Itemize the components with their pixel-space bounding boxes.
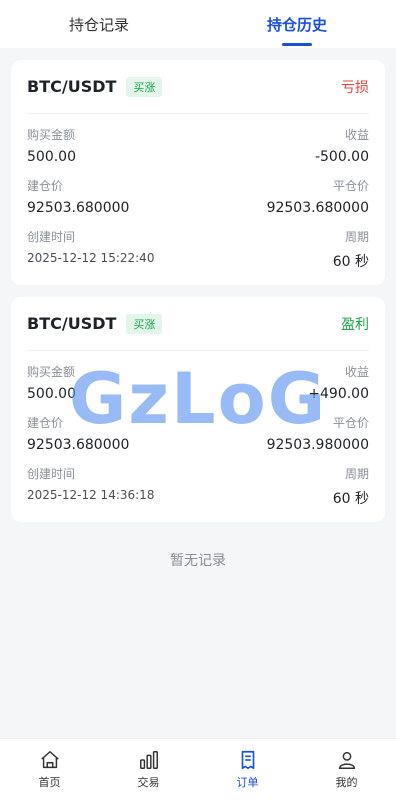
order-row: 建仓价 92503.680000 平仓价 92503.680000 [27,177,369,216]
profit-value: +490.00 [308,386,369,402]
profit-block: 收益 -500.00 [315,126,369,165]
direction-badge: 买涨 [126,76,163,97]
close-price-block: 平仓价 92503.680000 [267,177,369,216]
order-row: 建仓价 92503.680000 平仓价 92503.980000 [27,414,369,453]
time-label: 创建时间 [27,230,76,244]
nav-trade-label: 交易 [137,776,160,789]
nav-orders[interactable]: 订单 [198,739,297,800]
tab-position-history[interactable]: 持仓历史 [198,0,396,48]
profit-label: 收益 [344,365,369,379]
nav-orders-label: 订单 [236,776,259,789]
direction-badge: 买涨 [126,313,163,334]
period-label: 周期 [344,230,369,244]
trading-pair: BTC/USDT [27,77,117,96]
active-tab-indicator [282,43,312,46]
amount-block: 购买金额 500.00 [27,363,76,402]
order-row: 购买金额 500.00 收益 +490.00 [27,363,369,402]
close-price-label: 平仓价 [332,416,369,430]
trading-pair: BTC/USDT [27,314,117,333]
order-card-header: BTC/USDT 买涨 亏损 [27,60,369,114]
tab-position-records[interactable]: 持仓记录 [0,0,198,48]
chart-bars-icon [139,751,158,769]
profit-block: 收益 +490.00 [308,363,369,402]
tab-position-history-label: 持仓历史 [266,15,327,34]
time-value: 2025-12-12 14:36:18 [27,488,155,502]
order-row: 购买金额 500.00 收益 -500.00 [27,126,369,165]
order-row: 创建时间 2025-12-12 14:36:18 周期 60 秒 [27,465,369,508]
bottom-nav: 首页 交易 订单 我的 [0,738,396,800]
close-price-block: 平仓价 92503.980000 [267,414,369,453]
time-block: 创建时间 2025-12-12 15:22:40 [27,228,154,271]
close-price-label: 平仓价 [332,179,369,193]
tab-position-records-label: 持仓记录 [68,15,129,34]
top-tabs: 持仓记录 持仓历史 [0,0,396,48]
result-status: 盈利 [341,316,369,333]
order-card[interactable]: BTC/USDT 买涨 盈利 购买金额 500.00 收益 +490.00 建仓… [11,297,385,522]
open-price-label: 建仓价 [27,179,64,193]
order-doc-icon [241,750,254,770]
amount-block: 购买金额 500.00 [27,126,76,165]
open-price-label: 建仓价 [27,416,64,430]
order-card-header: BTC/USDT 买涨 盈利 [27,297,369,351]
amount-value: 500.00 [27,149,76,165]
user-icon [338,751,355,769]
period-label: 周期 [344,467,369,481]
amount-value: 500.00 [27,386,76,402]
time-block: 创建时间 2025-12-12 14:36:18 [27,465,154,508]
period-block: 周期 60 秒 [333,228,369,271]
open-price-block: 建仓价 92503.680000 [27,414,129,453]
amount-label: 购买金额 [27,365,76,379]
close-price-value: 92503.680000 [266,200,369,216]
open-price-value: 92503.680000 [27,437,130,453]
open-price-block: 建仓价 92503.680000 [27,177,129,216]
order-row: 创建时间 2025-12-12 15:22:40 周期 60 秒 [27,228,369,271]
home-icon [40,751,59,769]
nav-home-label: 首页 [38,776,61,789]
close-price-value: 92503.980000 [266,437,369,453]
empty-state-text: 暂无记录 [170,553,226,569]
result-status: 亏损 [341,79,369,96]
profit-value: -500.00 [314,149,369,165]
period-block: 周期 60 秒 [333,465,369,508]
time-label: 创建时间 [27,467,76,481]
period-value: 60 秒 [332,254,369,270]
nav-trade[interactable]: 交易 [99,739,198,800]
open-price-value: 92503.680000 [27,200,130,216]
order-card[interactable]: BTC/USDT 买涨 亏损 购买金额 500.00 收益 -500.00 建仓… [11,60,385,285]
profit-label: 收益 [344,128,369,142]
period-value: 60 秒 [332,491,369,507]
nav-profile[interactable]: 我的 [297,739,396,800]
amount-label: 购买金额 [27,128,76,142]
nav-profile-label: 我的 [335,776,358,789]
nav-home[interactable]: 首页 [0,739,99,800]
time-value: 2025-12-12 15:22:40 [27,251,155,265]
